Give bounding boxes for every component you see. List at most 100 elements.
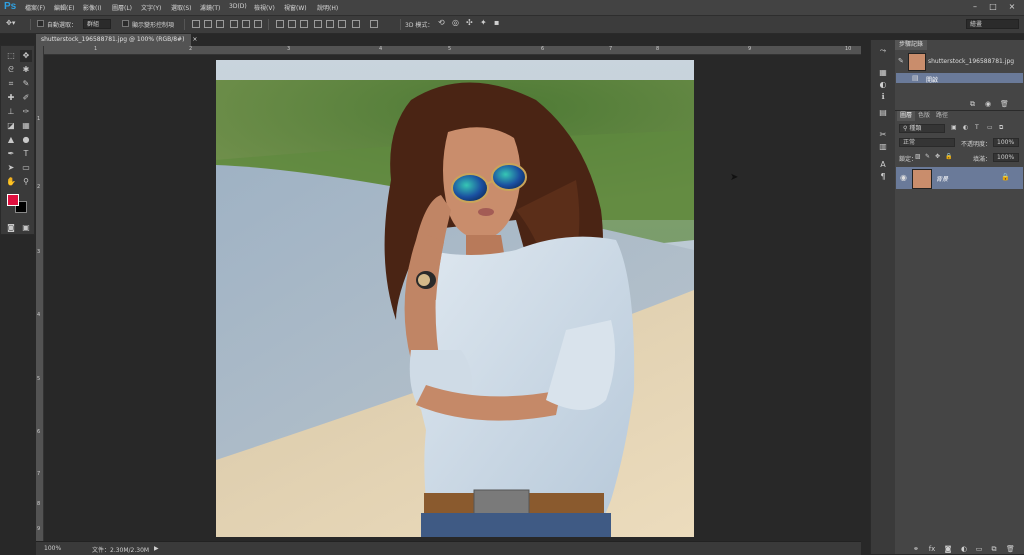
clone-source-icon[interactable]: ✂ [878, 130, 888, 140]
distribute-vcenter-icon[interactable] [288, 20, 296, 28]
lock-all-icon[interactable]: 🔒 [945, 153, 952, 160]
blend-mode-dropdown[interactable]: 正常 [899, 138, 955, 147]
lock-position-icon[interactable]: ✥ [935, 153, 940, 160]
menu-image[interactable]: 影像(I) [83, 3, 101, 12]
filter-shape-icon[interactable]: ▭ [987, 124, 993, 131]
tool-presets-icon[interactable]: ▥ [878, 142, 888, 152]
zoom-tool-icon[interactable]: ⚲ [20, 176, 32, 188]
marquee-tool-icon[interactable]: ⬚ [5, 50, 17, 62]
paths-tab[interactable]: 路徑 [933, 111, 951, 121]
distribute-spacing-icon[interactable] [370, 20, 378, 28]
magic-wand-icon[interactable]: ✱ [20, 64, 32, 76]
paragraph-icon[interactable]: ¶ [878, 172, 888, 182]
menu-file[interactable]: 檔案(F) [25, 3, 45, 12]
zoom-level[interactable]: 100% [44, 545, 61, 552]
gradient-tool-icon[interactable]: ▦ [20, 120, 32, 132]
3d-slide-icon[interactable]: ✦ [480, 18, 487, 27]
move-tool-icon[interactable]: ✥ [20, 50, 32, 62]
screen-mode-icon[interactable]: ▣ [20, 222, 32, 234]
healing-brush-icon[interactable]: ✚ [5, 92, 17, 104]
menu-help[interactable]: 說明(H) [317, 3, 338, 12]
lock-pixels-icon[interactable]: ✎ [925, 153, 930, 160]
history-step-row[interactable]: ▤ 開啟 [896, 73, 1023, 84]
clone-stamp-icon[interactable]: ⊥ [5, 106, 17, 118]
minimize-button[interactable]: – [968, 1, 982, 13]
opacity-field[interactable]: 100% [993, 138, 1019, 147]
align-hcenter-icon[interactable] [242, 20, 250, 28]
lock-transparency-icon[interactable]: ▨ [915, 153, 921, 160]
layer-style-icon[interactable]: fx [928, 545, 936, 553]
distribute-bottom-icon[interactable] [300, 20, 308, 28]
delete-layer-icon[interactable]: 🗑 [1006, 545, 1015, 553]
filter-adjustment-icon[interactable]: ◐ [963, 124, 968, 131]
history-brush-icon[interactable]: ✑ [20, 106, 32, 118]
new-group-icon[interactable]: ▭ [975, 545, 983, 553]
menu-type[interactable]: 文字(Y) [141, 3, 161, 12]
swatches-icon[interactable]: ▦ [878, 68, 888, 78]
align-top-icon[interactable] [192, 20, 200, 28]
new-snapshot-icon[interactable]: ◉ [985, 100, 991, 108]
new-layer-icon[interactable]: ⧉ [990, 545, 998, 553]
blur-tool-icon[interactable]: ▲ [5, 134, 17, 146]
distribute-top-icon[interactable] [276, 20, 284, 28]
filter-pixel-icon[interactable]: ▣ [951, 124, 957, 131]
3d-rotate-icon[interactable]: ⟲ [438, 18, 445, 27]
menu-window[interactable]: 視窗(W) [284, 3, 307, 12]
menu-layer[interactable]: 圖層(L) [112, 3, 132, 12]
lasso-tool-icon[interactable]: ᘓ [5, 64, 17, 76]
link-layers-icon[interactable]: ⚭ [912, 545, 920, 553]
menu-3d[interactable]: 3D(D) [229, 3, 247, 10]
hand-tool-icon[interactable]: ✋ [5, 176, 17, 188]
brush-tool-icon[interactable]: ✐ [20, 92, 32, 104]
menu-edit[interactable]: 編輯(E) [54, 3, 74, 12]
path-selection-icon[interactable]: ➤ [5, 162, 17, 174]
type-tool-icon[interactable]: T [20, 148, 32, 160]
history-tab[interactable]: 步驟記錄 [895, 40, 928, 50]
menu-filter[interactable]: 濾鏡(T) [200, 3, 220, 12]
3d-pan-icon[interactable]: ✣ [466, 18, 473, 27]
menu-select[interactable]: 選取(S) [171, 3, 192, 12]
character-icon[interactable]: A [878, 160, 888, 170]
3d-scale-icon[interactable]: ▪ [494, 18, 499, 27]
add-mask-icon[interactable]: ◙ [944, 545, 952, 553]
filter-type-icon[interactable]: T [975, 124, 979, 131]
layer-kind-filter[interactable]: ⚲ 種類 [899, 124, 945, 133]
document-tab[interactable]: shutterstock_196588781.jpg @ 100% (RGB/8… [36, 34, 197, 46]
dodge-tool-icon[interactable]: ● [20, 134, 32, 146]
history-snapshot-row[interactable]: ✎ shutterstock_196588781.jpg [895, 52, 1024, 72]
foreground-color-swatch[interactable] [7, 194, 19, 206]
brush-presets-icon[interactable]: ▤ [878, 108, 888, 118]
align-left-icon[interactable] [230, 20, 238, 28]
new-adjustment-icon[interactable]: ◐ [960, 545, 968, 553]
align-right-icon[interactable] [254, 20, 262, 28]
new-document-from-state-icon[interactable]: ⧉ [970, 100, 975, 109]
align-vcenter-icon[interactable] [204, 20, 212, 28]
layer-name[interactable]: 背景 [936, 174, 948, 183]
rectangle-tool-icon[interactable]: ▭ [20, 162, 32, 174]
pen-tool-icon[interactable]: ✒ [5, 148, 17, 160]
status-menu-arrow-icon[interactable]: ▶ [154, 545, 159, 552]
maximize-button[interactable]: □ [986, 1, 1000, 13]
move-tool-preset-icon[interactable]: ✥▾ [6, 19, 15, 27]
3d-roll-icon[interactable]: ◎ [452, 18, 459, 27]
quick-mask-icon[interactable]: ◙ [5, 222, 17, 234]
layers-tab[interactable]: 圖層 [897, 111, 916, 121]
layer-row-background[interactable]: ◉ 背景 🔒 [896, 167, 1023, 189]
align-bottom-icon[interactable] [216, 20, 224, 28]
document-photo[interactable] [216, 60, 694, 537]
document-tab-close[interactable]: × [192, 36, 197, 43]
filter-smart-icon[interactable]: ⧉ [999, 124, 1003, 132]
auto-select-checkbox[interactable] [37, 20, 44, 27]
workspace-dropdown[interactable]: 繪畫 [966, 19, 1019, 29]
channels-tab[interactable]: 色版 [915, 111, 933, 121]
fill-field[interactable]: 100% [993, 153, 1019, 162]
crop-tool-icon[interactable]: ⌗ [5, 78, 17, 90]
close-button[interactable]: × [1005, 1, 1019, 13]
auto-align-icon[interactable] [352, 20, 360, 28]
distribute-right-icon[interactable] [338, 20, 346, 28]
history-panel-icon[interactable]: ⤳ [878, 46, 888, 56]
distribute-hcenter-icon[interactable] [326, 20, 334, 28]
delete-state-icon[interactable]: 🗑 [1000, 100, 1009, 108]
distribute-left-icon[interactable] [314, 20, 322, 28]
eraser-icon[interactable]: ◪ [5, 120, 17, 132]
